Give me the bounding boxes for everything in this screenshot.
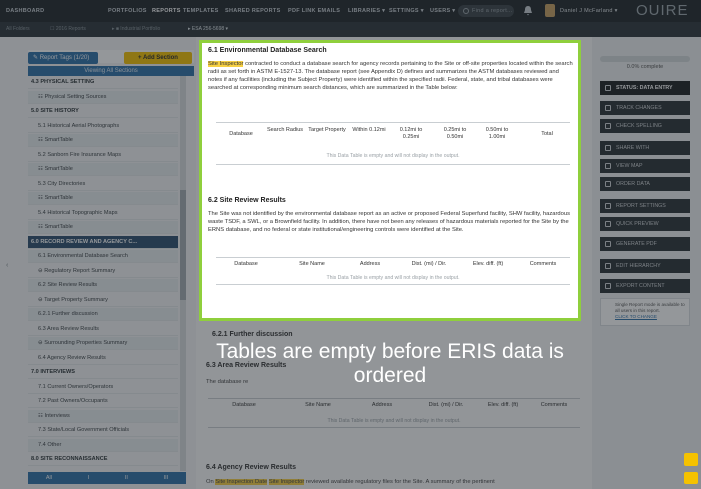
chat-icon[interactable] [684, 453, 698, 466]
col-search-radius: Search Radius [266, 127, 304, 133]
col-comments: Comments [529, 261, 557, 267]
overlay-caption: Tables are empty before ERIS data is ord… [216, 340, 564, 387]
section-6-1-title: 6.1 Environmental Database Search [208, 47, 327, 54]
col-target-property: Target Property [308, 127, 346, 133]
col-site-name: Site Name [299, 261, 325, 267]
section-6-2-title: 6.2 Site Review Results [208, 197, 286, 204]
col-025-050: 0.25mi to 0.50mi [443, 127, 467, 140]
database-search-table: Database Search Radius Target Property W… [216, 122, 570, 165]
col-distance: Dist. (mi) / Dir. [411, 261, 447, 267]
section-6-2-text: The Site was not identified by the envir… [208, 211, 570, 233]
message-icon[interactable] [684, 472, 698, 484]
empty-table-message: This Data Table is empty and will not di… [326, 275, 460, 281]
site-inspector-field[interactable]: Site Inspector [208, 61, 244, 67]
col-total: Total [541, 131, 553, 137]
col-database: Database [234, 261, 258, 267]
col-address: Address [359, 261, 381, 267]
col-050-100: 0.50mi to 1.00mi [485, 127, 509, 140]
app-window: DASHBOARD PORTFOLIOS REPORTS TEMPLATES S… [0, 0, 701, 489]
empty-table-message: This Data Table is empty and will not di… [326, 153, 460, 159]
col-within: Within 0.12mi [352, 127, 386, 133]
site-results-table: Database Site Name Address Dist. (mi) / … [216, 257, 570, 285]
section-6-1-text: Site Inspector contracted to conduct a d… [208, 61, 573, 91]
highlighted-section-card: 6.1 Environmental Database Search Site I… [199, 40, 581, 321]
col-database: Database [229, 131, 253, 137]
col-elevation: Elev. diff. (ft) [472, 261, 504, 267]
col-012-025: 0.12mi to 0.25mi [399, 127, 423, 140]
